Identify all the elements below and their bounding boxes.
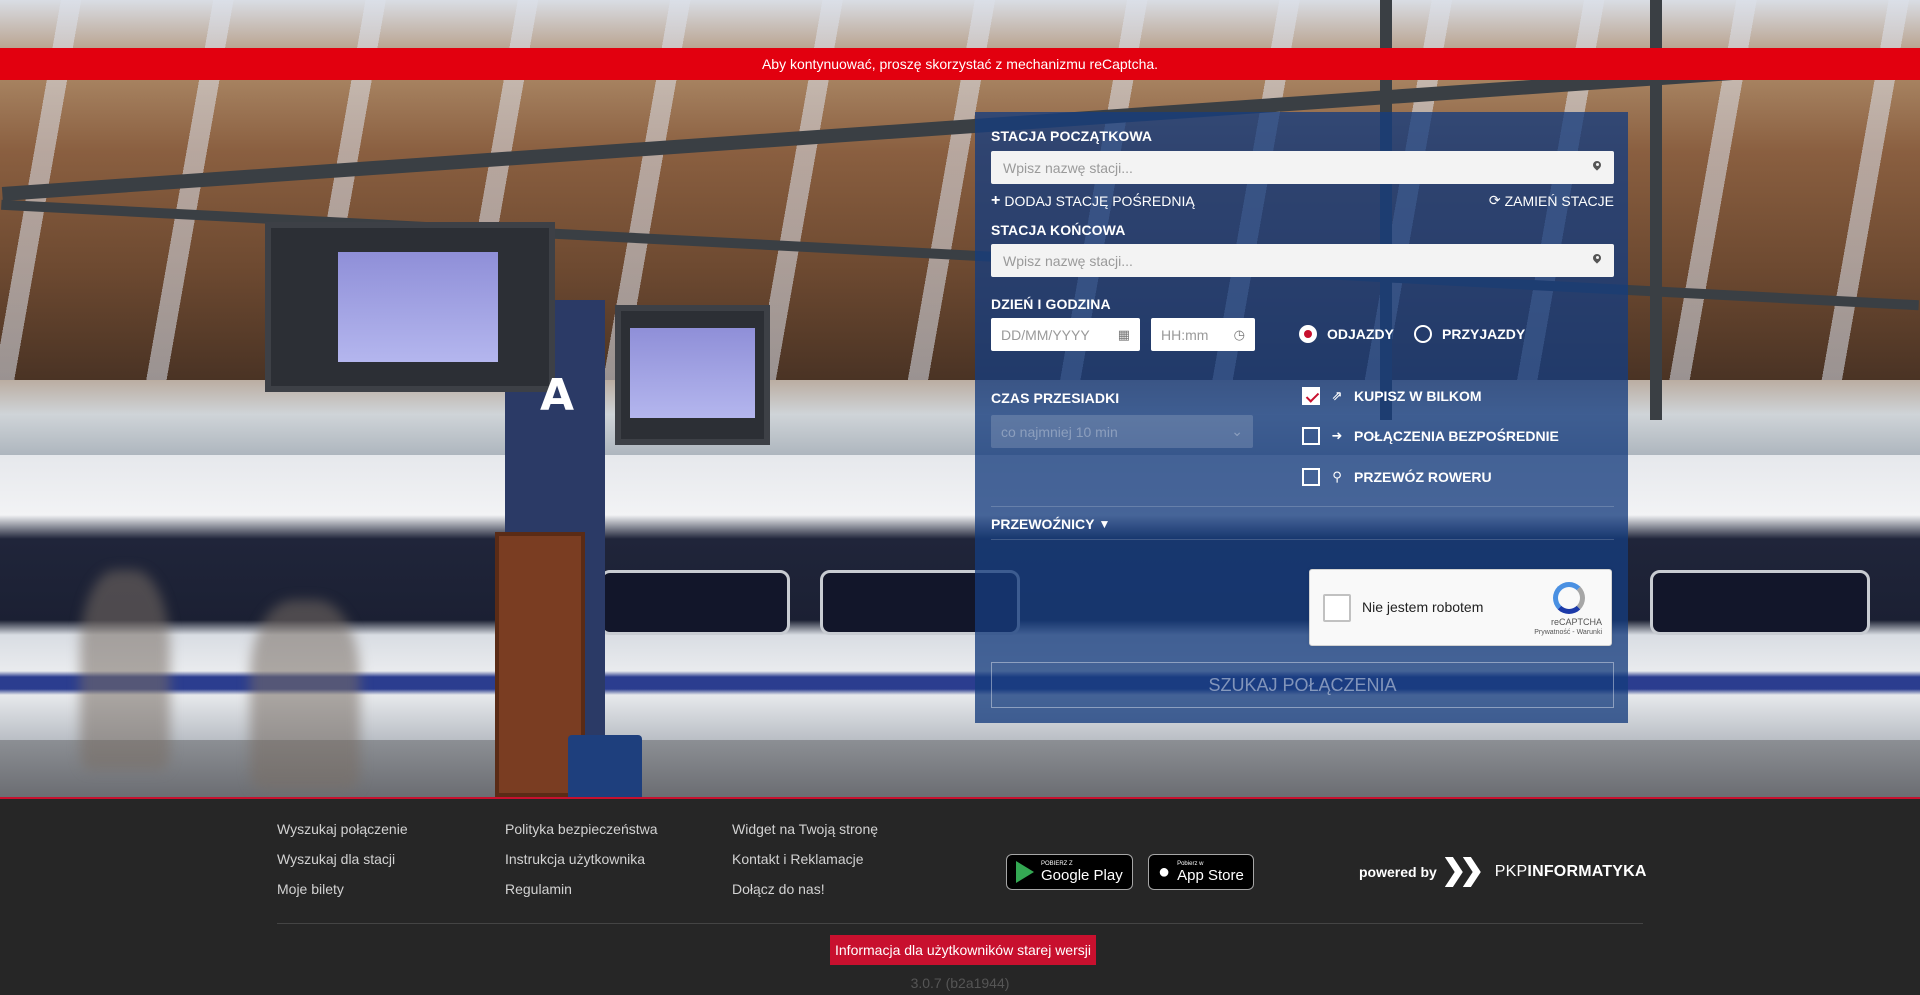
google-play-big-text: Google Play: [1041, 866, 1123, 884]
search-connection-button[interactable]: Szukaj połączenia: [991, 662, 1614, 708]
swap-icon: ⟳: [1488, 192, 1501, 208]
start-station-input[interactable]: [1003, 159, 1592, 176]
background-photo: A: [0, 0, 1920, 797]
carriers-label: Przewoźnicy: [991, 516, 1095, 532]
powered-by-pkp-informatyka[interactable]: powered by PKPINFORMATYKA: [1359, 857, 1647, 887]
platform-letter: A: [540, 370, 575, 421]
departure-screen: [630, 328, 755, 418]
date-field[interactable]: ▦: [991, 318, 1140, 351]
footer-column-info: Polityka bezpieczeństwa Instrukcja użytk…: [505, 819, 658, 899]
time-input[interactable]: [1161, 326, 1234, 343]
train-window: [1650, 570, 1870, 635]
footer-column-contact: Widget na Twoją stronę Kontakt i Reklama…: [732, 819, 878, 899]
end-station-input[interactable]: [1003, 252, 1592, 269]
add-intermediate-label: Dodaj stację pośrednią: [1004, 193, 1195, 209]
datetime-label: Dzień i godzina: [991, 296, 1111, 312]
blurred-passenger: [250, 600, 360, 790]
divider: [991, 539, 1614, 540]
departures-radio[interactable]: Odjazdy: [1299, 325, 1394, 343]
arrow-right-icon: ➜: [1331, 428, 1343, 443]
add-intermediate-station-link[interactable]: + Dodaj stację pośrednią: [991, 192, 1195, 210]
start-station-label: Stacja początkowa: [991, 128, 1153, 144]
calendar-icon[interactable]: ▦: [1118, 327, 1130, 343]
clock-icon[interactable]: ◷: [1234, 327, 1245, 343]
chevron-down-icon: ⌄: [1231, 423, 1243, 439]
train-window: [600, 570, 790, 635]
recaptcha-terms-link[interactable]: Prywatność - Warunki: [1534, 629, 1602, 636]
footer-divider: [277, 923, 1643, 924]
chevron-down-icon: ▼: [1098, 517, 1111, 531]
radio-button[interactable]: [1299, 325, 1317, 343]
transfer-time-value: co najmniej 10 min: [1001, 423, 1118, 440]
swap-stations-link[interactable]: ⟳ Zamień stacje: [1489, 192, 1614, 209]
powered-by-label: powered by: [1359, 864, 1437, 880]
footer-link[interactable]: Widget na Twoją stronę: [732, 819, 878, 839]
ticket-icon: ⇗: [1331, 388, 1343, 403]
pkp-wordmark-bold: INFORMATYKA: [1527, 863, 1647, 880]
footer-link[interactable]: Wyszukaj dla stacji: [277, 849, 408, 869]
bilkom-checkbox[interactable]: ⇗ Kupisz w Bilkom: [1302, 387, 1482, 405]
app-store-big-text: App Store: [1177, 866, 1244, 884]
direct-connections-checkbox[interactable]: ➜ Połączenia bezpośrednie: [1302, 427, 1559, 445]
footer-link[interactable]: Kontakt i Reklamacje: [732, 849, 878, 869]
blurred-passenger: [80, 570, 170, 770]
bilkom-label: Kupisz w Bilkom: [1354, 388, 1482, 404]
footer-link[interactable]: Dołącz do nas!: [732, 879, 878, 899]
recaptcha-label: Nie jestem robotem: [1362, 599, 1484, 615]
plus-icon: +: [991, 192, 1001, 209]
bike-transport-label: Przewóz roweru: [1354, 469, 1492, 485]
checkbox[interactable]: [1302, 387, 1320, 405]
arrivals-label: Przyjazdy: [1442, 326, 1526, 342]
pkp-logo-icon: [1444, 857, 1487, 887]
footer-link[interactable]: Instrukcja użytkownika: [505, 849, 658, 869]
footer-link[interactable]: Polityka bezpieczeństwa: [505, 819, 658, 839]
transfer-time-label: Czas przesiadki: [991, 390, 1120, 406]
location-pin-icon[interactable]: [1592, 161, 1602, 175]
google-play-icon: [1016, 861, 1034, 883]
recaptcha-checkbox[interactable]: [1323, 594, 1351, 622]
checkbox[interactable]: [1302, 468, 1320, 486]
pkp-wordmark-light: PKP: [1494, 863, 1528, 880]
recaptcha-logo-icon: [1553, 582, 1585, 614]
direct-connections-label: Połączenia bezpośrednie: [1354, 428, 1559, 444]
footer-link[interactable]: Regulamin: [505, 879, 658, 899]
departures-label: Odjazdy: [1327, 326, 1394, 342]
legacy-version-info-button[interactable]: Informacja dla użytkowników starej wersj…: [830, 935, 1096, 965]
app-version: 3.0.7 (b2a1944): [910, 975, 1010, 991]
footer-link[interactable]: Moje bilety: [277, 879, 408, 899]
transfer-time-select[interactable]: co najmniej 10 min ⌄: [991, 415, 1253, 448]
end-station-label: Stacja końcowa: [991, 222, 1126, 238]
checkbox[interactable]: [1302, 427, 1320, 445]
trash-bin: [568, 735, 642, 797]
date-input[interactable]: [1001, 326, 1118, 343]
apple-icon: ●: [1158, 861, 1171, 883]
footer: Wyszukaj połączenie Wyszukaj dla stacji …: [0, 797, 1920, 995]
alert-message: Aby kontynuować, proszę skorzystać z mec…: [761, 56, 1159, 72]
connection-search-panel: Stacja początkowa + Dodaj stację pośredn…: [975, 112, 1628, 723]
start-station-field[interactable]: [991, 151, 1614, 184]
pkp-informatyka-wordmark: PKPINFORMATYKA: [1495, 863, 1647, 881]
bicycle-icon: ⚲: [1332, 469, 1342, 484]
footer-column-search: Wyszukaj połączenie Wyszukaj dla stacji …: [277, 819, 408, 899]
time-field[interactable]: ◷: [1151, 318, 1255, 351]
app-store-badge[interactable]: ● Pobierz w App Store: [1148, 854, 1254, 890]
google-play-badge[interactable]: POBIERZ Z Google Play: [1006, 854, 1133, 890]
recaptcha-widget[interactable]: Nie jestem robotem reCAPTCHA Prywatność …: [1309, 569, 1612, 646]
arrivals-radio[interactable]: Przyjazdy: [1414, 325, 1525, 343]
bike-transport-checkbox[interactable]: ⚲ Przewóz roweru: [1302, 468, 1492, 486]
swap-stations-label: Zamień stacje: [1504, 192, 1614, 209]
recaptcha-alert-bar: Aby kontynuować, proszę skorzystać z mec…: [0, 48, 1920, 80]
radio-button[interactable]: [1414, 325, 1432, 343]
departure-screen: [338, 252, 498, 362]
divider: [991, 506, 1614, 507]
end-station-field[interactable]: [991, 244, 1614, 277]
carriers-toggle[interactable]: Przewoźnicy ▼: [991, 516, 1110, 532]
footer-link[interactable]: Wyszukaj połączenie: [277, 819, 408, 839]
recaptcha-brand: reCAPTCHA: [1550, 617, 1602, 627]
location-pin-icon[interactable]: [1592, 254, 1602, 268]
